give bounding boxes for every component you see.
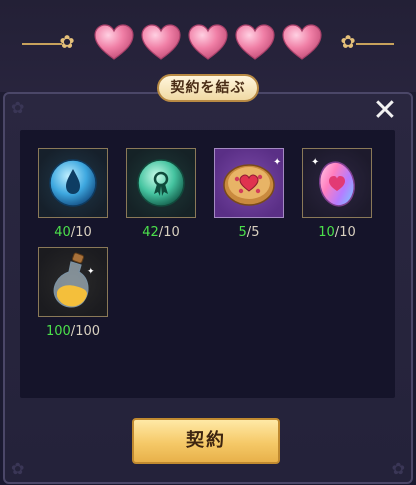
ribbon-medal-orb-icon xyxy=(137,159,185,207)
flower-ornament-icon: ✿ xyxy=(340,32,356,53)
svg-text:✦: ✦ xyxy=(311,157,319,168)
flower-ornament-icon: ✿ xyxy=(59,32,75,53)
svg-text:✦: ✦ xyxy=(87,267,95,277)
corner-flower-icon: ✿ xyxy=(11,459,25,478)
corner-flower-icon: ✿ xyxy=(391,459,405,478)
gold-divider-right xyxy=(356,43,394,45)
golden-potion-bottle-icon: ✦ xyxy=(53,252,95,308)
have-count: 5 xyxy=(238,225,247,240)
have-count: 42 xyxy=(142,225,159,240)
material-slot-3[interactable]: ✦ xyxy=(214,148,284,218)
corner-flower-icon: ✿ xyxy=(11,98,25,117)
material-slot-2[interactable] xyxy=(126,148,196,218)
material-slot-5[interactable]: ✦ xyxy=(38,247,108,317)
heart-icon xyxy=(94,24,134,60)
hearts-row xyxy=(93,24,325,64)
material-count-5: 100/100 xyxy=(33,324,113,339)
material-count-2: 42/10 xyxy=(121,225,201,240)
material-count-1: 40/10 xyxy=(33,225,113,240)
heart-icon xyxy=(282,24,322,60)
have-count: 40 xyxy=(54,225,71,240)
need-count: 10 xyxy=(339,225,356,240)
contract-button[interactable]: 契約 xyxy=(132,418,280,464)
have-count: 10 xyxy=(318,225,335,240)
need-count: 5 xyxy=(251,225,260,240)
close-button[interactable]: ✕ xyxy=(370,96,400,126)
material-slot-4[interactable]: ✦ xyxy=(302,148,372,218)
material-count-3: 5/5 xyxy=(209,225,289,240)
need-count: 10 xyxy=(163,225,180,240)
panel-title: 契約を結ぶ xyxy=(157,74,259,102)
need-count: 100 xyxy=(75,324,101,339)
heart-icon xyxy=(188,24,228,60)
gold-divider-left xyxy=(22,43,62,45)
heart-icon xyxy=(235,24,275,60)
contract-screen: ✿ ✿ ✿ ✿ ✿ 契約を結ぶ ✕ 40/10 42/10 ✦ 5/5 ✦ 10… xyxy=(0,0,416,485)
water-drop-orb-icon xyxy=(49,159,97,207)
rainbow-heart-gem-icon: ✦ xyxy=(311,157,355,207)
material-count-4: 10/10 xyxy=(297,225,377,240)
heart-icon xyxy=(141,24,181,60)
heart-cookie-icon: ✦ xyxy=(223,157,281,206)
have-count: 100 xyxy=(45,324,71,339)
svg-text:✦: ✦ xyxy=(273,157,281,168)
material-slot-1[interactable] xyxy=(38,148,108,218)
need-count: 10 xyxy=(75,225,92,240)
